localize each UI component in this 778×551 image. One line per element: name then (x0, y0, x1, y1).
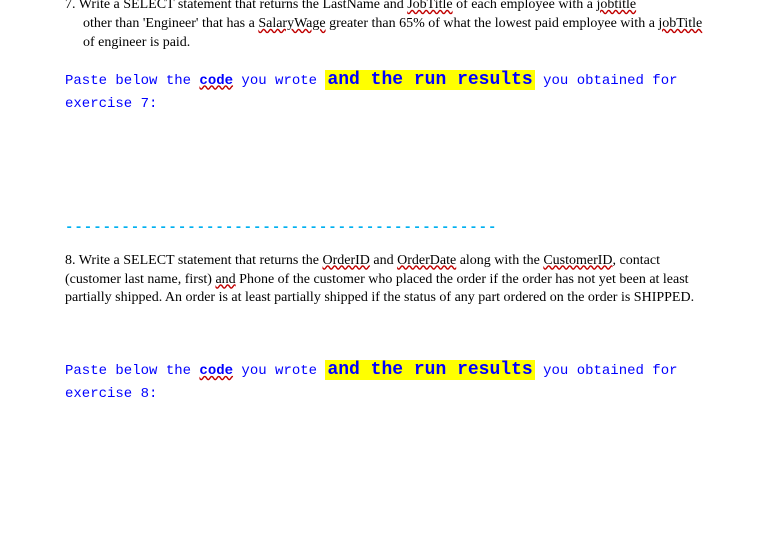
q8-spacer (65, 322, 713, 357)
q8-number: 8. (65, 253, 76, 268)
q7-text-2: of each employee with a (453, 0, 597, 12)
q8-instr-b: you wrote (233, 363, 325, 379)
q7-instr-a: Paste below the (65, 73, 199, 89)
q7-instr-code: code (199, 73, 233, 89)
q7-squiggle-jobtitle2: jobtitle (596, 0, 636, 12)
q8-squiggle-customerid: CustomerID (543, 253, 612, 268)
question-8: 8. Write a SELECT statement that returns… (65, 252, 713, 309)
q7-text-3: other than 'Engineer' that has a (83, 16, 258, 31)
q7-highlight: and the run results (325, 70, 534, 90)
question-7: 7. Write a SELECT statement that returns… (65, 0, 713, 53)
q7-answer-area (65, 131, 713, 216)
q8-highlight: and the run results (325, 360, 534, 380)
q7-text-5: of engineer is paid. (83, 35, 190, 50)
q7-squiggle-salarywage: SalaryWage (258, 16, 325, 31)
q8-mid-2: along with the (456, 253, 543, 268)
q8-instr-a: Paste below the (65, 363, 199, 379)
q7-text-4: greater than 65% of what the lowest paid… (326, 16, 659, 31)
q7-instr-b: you wrote (233, 73, 325, 89)
q7-squiggle-jobtitle: JobTitle (407, 0, 452, 12)
q8-squiggle-orderdate: OrderDate (397, 253, 456, 268)
spacer (65, 244, 713, 252)
q8-squiggle-and: and (215, 272, 235, 287)
q7-instruction: Paste below the code you wrote and the r… (65, 67, 713, 115)
q8-instruction: Paste below the code you wrote and the r… (65, 357, 713, 405)
document-page: ----------------------------------------… (0, 0, 778, 405)
q7-text-1: Write a SELECT statement that returns th… (79, 0, 407, 12)
q7-number: 7. (65, 0, 76, 12)
q8-squiggle-orderid: OrderID (322, 253, 369, 268)
divider-line-mid: ----------------------------------------… (65, 220, 713, 236)
q8-text-1: Write a SELECT statement that returns th… (79, 253, 323, 268)
q8-instr-code: code (199, 363, 233, 379)
q7-squiggle-jobtitle3: jobTitle (658, 16, 702, 31)
q8-mid-1: and (370, 253, 397, 268)
